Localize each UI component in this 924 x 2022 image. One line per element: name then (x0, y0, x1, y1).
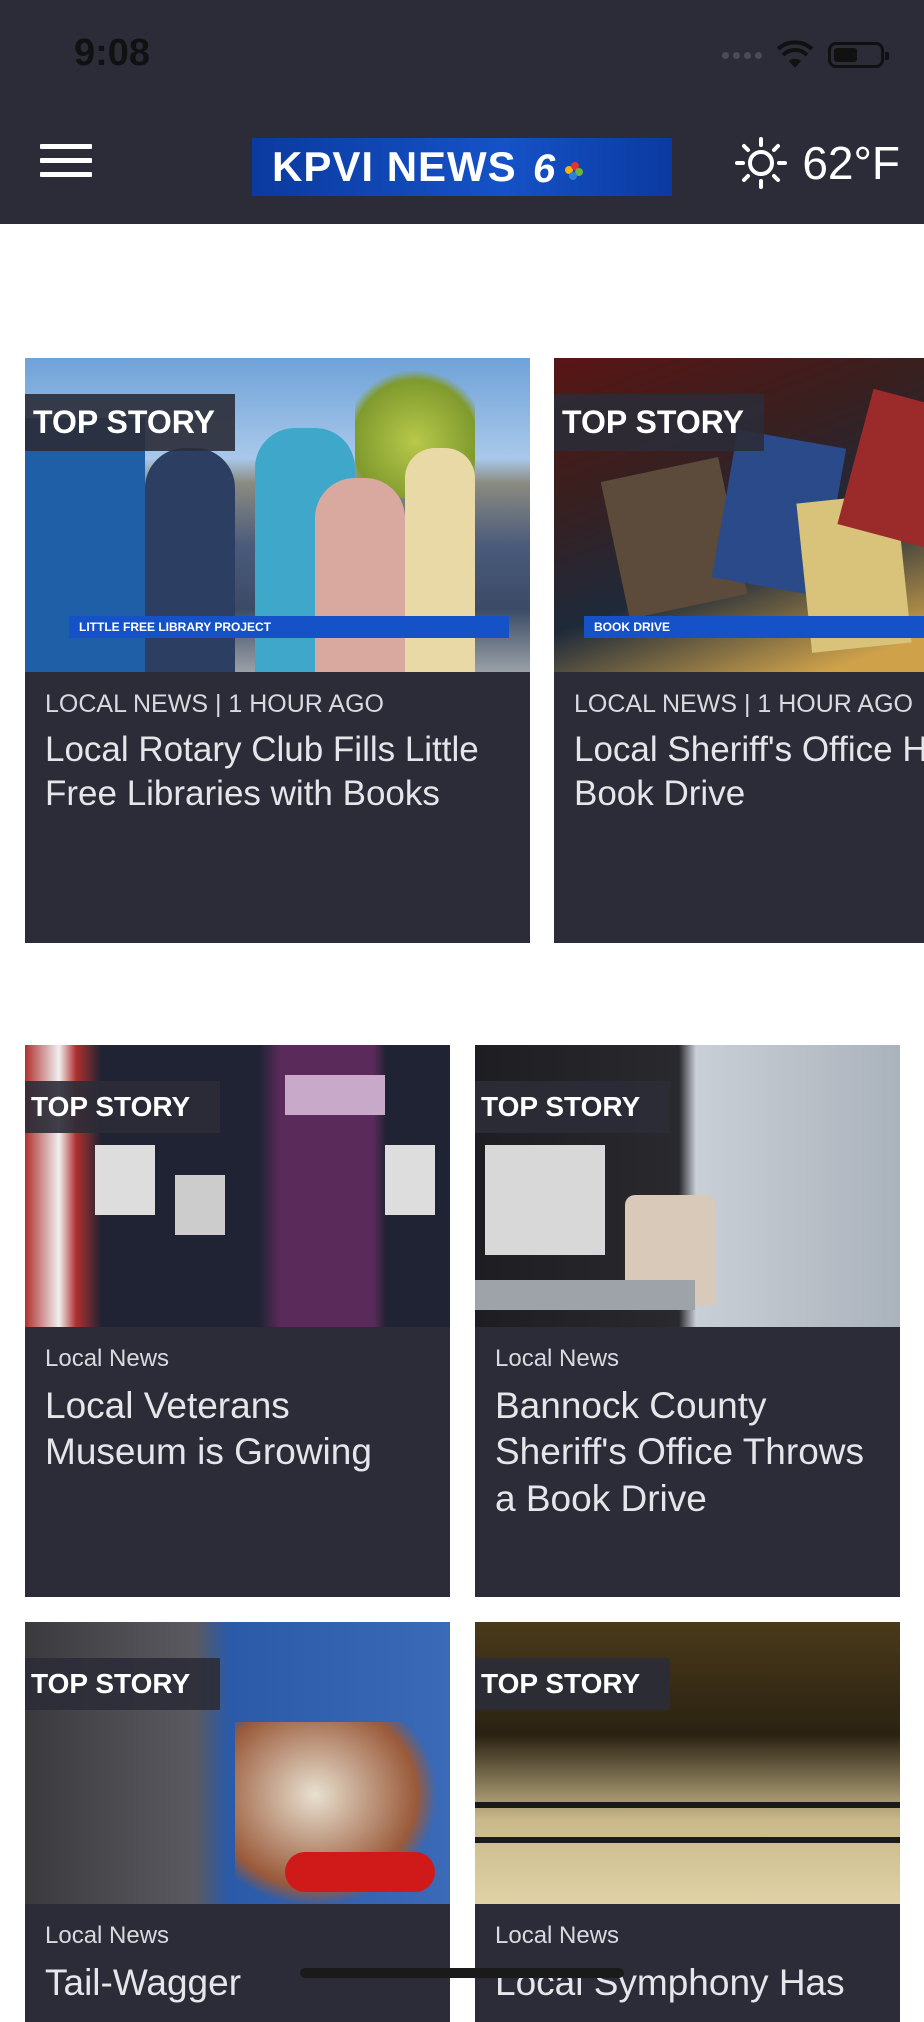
story-card[interactable]: TOP STORY Local News Local Veterans Muse… (25, 1045, 450, 1597)
story-headline-line: Book Drive (574, 773, 746, 813)
story-headline: Local Symphony Has (495, 1962, 845, 2003)
logo-text: KPVI NEWS (272, 143, 517, 190)
story-headline: Local Sheriff's Office H Book Drive (574, 728, 924, 816)
kpvi-logo[interactable]: KPVI NEWS 6 (252, 138, 672, 196)
story-headline: Tail-Wagger (45, 1962, 242, 2003)
story-headline: Bannock County Sheriff's Office Throws a… (495, 1385, 864, 1519)
top-story-badge: TOP STORY (475, 1081, 671, 1133)
battery-icon (828, 42, 889, 68)
top-story-badge: TOP STORY (25, 1658, 221, 1710)
weather-widget[interactable]: 62°F (734, 136, 900, 190)
top-story-badge: TOP STORY (25, 1081, 221, 1133)
story-category: Local News (495, 1345, 620, 1372)
story-headline: Local Rotary Club Fills Little Free Libr… (45, 728, 512, 816)
story-headline-line: Local Rotary Club Fills Little (45, 730, 479, 769)
story-headline-line: Local Sheriff's Office H (574, 730, 924, 769)
status-time: 9:08 (74, 32, 151, 74)
lower-third-banner: BOOK DRIVE (584, 616, 924, 638)
story-meta: LOCAL NEWS | 1 HOUR AGO (574, 690, 913, 718)
story-headline: Local Veterans Museum is Growing (45, 1385, 372, 1473)
status-bar: 9:08 (0, 0, 924, 112)
app-header: KPVI NEWS 6 62°F (0, 112, 924, 224)
sun-icon (735, 137, 788, 189)
lower-third-text: BOOK DRIVE (594, 620, 671, 634)
cellular-signal-icon (722, 51, 762, 59)
story-category: Local News (45, 1345, 170, 1372)
menu-icon[interactable] (40, 144, 92, 184)
top-story-badge: TOP STORY (475, 1658, 671, 1710)
logo-mark: 6 (533, 147, 556, 188)
story-card[interactable]: TOP STORY Local News Bannock County Sher… (475, 1045, 900, 1597)
top-story-badge: TOP STORY (25, 394, 235, 451)
home-indicator[interactable] (300, 1968, 624, 1978)
status-icons (722, 40, 889, 70)
nbc-peacock-icon: 6 (533, 147, 583, 188)
lower-third-text: LITTLE FREE LIBRARY PROJECT (79, 620, 272, 634)
story-meta: LOCAL NEWS | 1 HOUR AGO (45, 690, 384, 718)
wifi-icon (776, 40, 814, 68)
story-category: Local News (45, 1922, 170, 1949)
top-story-badge: TOP STORY (554, 394, 764, 451)
story-card[interactable]: TOP STORY Local News Tail-Wagger (25, 1622, 450, 2022)
lower-third-banner: LITTLE FREE LIBRARY PROJECT (69, 616, 509, 638)
featured-story-card[interactable]: LITTLE FREE LIBRARY PROJECT TOP STORY LO… (25, 358, 530, 943)
story-category: Local News (495, 1922, 620, 1949)
temperature: 62°F (802, 137, 900, 189)
story-headline-line: Free Libraries with Books (45, 773, 440, 813)
story-card[interactable]: TOP STORY Local News Local Symphony Has (475, 1622, 900, 2022)
featured-story-card[interactable]: BOOK DRIVE TOP STORY LOCAL NEWS | 1 HOUR… (554, 358, 924, 943)
